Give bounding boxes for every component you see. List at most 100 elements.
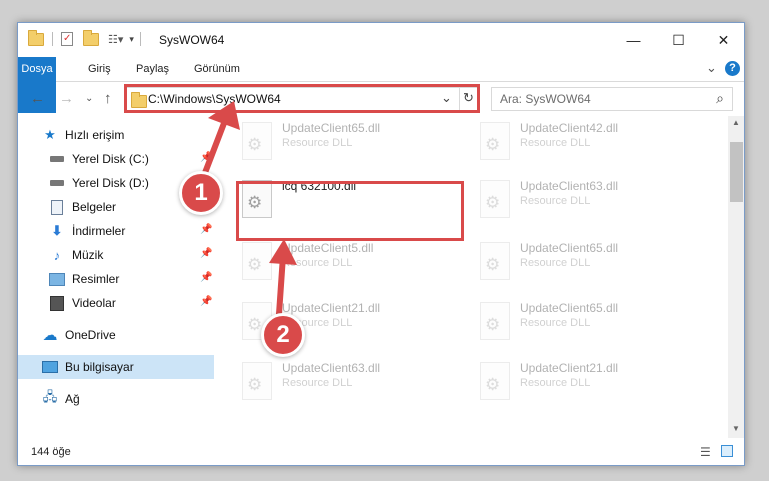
network-icon: 🖧 <box>42 389 58 404</box>
video-icon <box>49 295 65 311</box>
sidebar-item-onedrive[interactable]: ☁ OneDrive <box>42 323 116 347</box>
sidebar-item-documents[interactable]: Belgeler <box>49 195 116 219</box>
file-tile[interactable]: UpdateClient63.dll Resource DLL <box>472 174 702 230</box>
back-button[interactable]: ← <box>30 90 45 107</box>
sidebar-item-label: Bu bilgisayar <box>65 360 134 374</box>
file-tile[interactable]: UpdateClient5.dll Resource DLL <box>234 236 464 292</box>
dll-file-icon <box>480 180 510 218</box>
file-tile[interactable]: UpdateClient65.dll Resource DLL <box>234 116 464 172</box>
scroll-down-icon[interactable]: ▼ <box>732 424 740 433</box>
details-view-icon[interactable]: ☰ <box>700 445 711 459</box>
toolbar-separator <box>139 32 141 46</box>
sidebar-item-label: Belgeler <box>72 200 117 214</box>
search-icon[interactable]: ⌕ <box>716 90 724 107</box>
sidebar-item-label: Videolar <box>72 296 116 310</box>
help-icon[interactable]: ? <box>725 61 740 76</box>
scroll-up-icon[interactable]: ▲ <box>732 118 740 127</box>
file-description: Resource DLL <box>520 195 591 207</box>
pin-icon[interactable]: 📌 <box>200 272 212 283</box>
file-name: UpdateClient65.dll <box>520 241 619 255</box>
pin-icon[interactable]: 📌 <box>200 248 212 259</box>
sidebar-item-label: Hızlı erişim <box>65 128 125 142</box>
sidebar-item-label: Resimler <box>72 272 120 286</box>
file-tile[interactable]: UpdateClient65.dll Resource DLL <box>472 296 702 352</box>
step-1-badge: 1 <box>179 171 223 215</box>
sidebar-item-quick-access[interactable]: ★ Hızlı erişim <box>42 123 124 147</box>
cloud-icon: ☁ <box>42 327 58 344</box>
download-icon: ⬇ <box>51 223 63 238</box>
sidebar-item-music[interactable]: ♪ Müzik <box>49 243 104 267</box>
file-name: UpdateClient65.dll <box>282 121 381 135</box>
dll-file-icon <box>480 242 510 280</box>
star-icon: ★ <box>44 127 56 142</box>
new-folder-icon[interactable] <box>83 29 99 46</box>
folder-icon <box>28 29 44 46</box>
file-highlight <box>236 181 464 241</box>
file-name: UpdateClient42.dll <box>520 121 619 135</box>
file-tile[interactable]: UpdateClient42.dll Resource DLL <box>472 116 702 172</box>
sidebar-item-label: Yerel Disk (D:) <box>72 176 149 190</box>
dll-file-icon <box>242 362 272 400</box>
quick-access-toolbar: ✓ ☷▾ ▾ <box>28 29 141 46</box>
search-input[interactable]: Ara: SysWOW64 <box>500 92 591 106</box>
sidebar-item-label: Yerel Disk (C:) <box>72 152 149 166</box>
dll-file-icon <box>480 362 510 400</box>
file-description: Resource DLL <box>282 377 353 389</box>
file-name: UpdateClient5.dll <box>282 241 374 255</box>
file-description: Resource DLL <box>282 257 353 269</box>
file-tile[interactable]: UpdateClient65.dll Resource DLL <box>472 236 702 292</box>
vertical-scrollbar[interactable]: ▲ ▼ <box>728 116 744 438</box>
dll-file-icon <box>480 122 510 160</box>
scrollbar-thumb[interactable] <box>730 142 743 202</box>
sidebar-item-local-disk-c[interactable]: Yerel Disk (C:) <box>49 147 149 171</box>
close-button[interactable]: ✕ <box>701 23 744 57</box>
navigation-pane: ★ Hızlı erişim Yerel Disk (C:) 📌 Yerel Di… <box>18 116 214 438</box>
window-title: SysWOW64 <box>159 33 225 47</box>
file-name: UpdateClient65.dll <box>520 301 619 315</box>
properties-icon[interactable]: ✓ <box>61 32 73 46</box>
sidebar-item-network[interactable]: 🖧 Ağ <box>42 387 80 411</box>
pictures-icon <box>49 271 65 287</box>
computer-icon <box>42 359 58 375</box>
sidebar-item-label: İndirmeler <box>72 224 126 238</box>
sidebar-item-label: OneDrive <box>65 328 116 342</box>
ribbon: Dosya Giriş Paylaş Görünüm ⌄ ? <box>18 57 744 113</box>
sidebar-item-label: Ağ <box>65 392 80 406</box>
sidebar-item-videos[interactable]: Videolar <box>49 291 116 315</box>
file-list: UpdateClient65.dll Resource DLL UpdateCl… <box>214 116 728 438</box>
customize-toolbar-icon[interactable]: ▾ <box>129 34 134 45</box>
maximize-button[interactable]: ☐ <box>656 23 701 57</box>
view-icon[interactable]: ☷▾ <box>108 33 123 46</box>
dll-file-icon <box>242 242 272 280</box>
tab-share[interactable]: Paylaş <box>128 57 177 81</box>
forward-button[interactable]: → <box>59 90 74 107</box>
search-box[interactable]: Ara: SysWOW64 ⌕ <box>491 87 733 111</box>
file-name: UpdateClient63.dll <box>520 179 619 193</box>
recent-locations-button[interactable]: ⌄ <box>85 93 93 104</box>
file-description: Resource DLL <box>520 377 591 389</box>
file-tile[interactable]: UpdateClient21.dll Resource DLL <box>472 356 702 412</box>
file-name: UpdateClient21.dll <box>520 361 619 375</box>
sidebar-item-downloads[interactable]: ⬇ İndirmeler <box>49 219 126 243</box>
up-button[interactable]: ↑ <box>104 90 112 107</box>
tiles-view-icon[interactable] <box>721 445 733 457</box>
sidebar-item-pictures[interactable]: Resimler <box>49 267 119 291</box>
address-bar-highlight <box>124 84 480 113</box>
ribbon-expand-icon[interactable]: ⌄ <box>706 60 717 76</box>
sidebar-item-label: Müzik <box>72 248 104 262</box>
toolbar-separator <box>52 32 53 46</box>
sidebar-item-this-pc[interactable]: Bu bilgisayar <box>42 355 134 379</box>
file-name: UpdateClient63.dll <box>282 361 381 375</box>
minimize-button[interactable]: — <box>611 23 656 57</box>
item-count: 144 öğe <box>31 446 71 458</box>
pin-icon[interactable]: 📌 <box>200 152 212 163</box>
tab-home[interactable]: Giriş <box>80 57 119 81</box>
drive-icon <box>49 151 65 167</box>
status-bar: 144 öğe ☰ <box>18 438 744 465</box>
tab-view[interactable]: Görünüm <box>186 57 248 81</box>
pin-icon[interactable]: 📌 <box>200 224 212 235</box>
file-tile[interactable]: UpdateClient63.dll Resource DLL <box>234 356 464 412</box>
pin-icon[interactable]: 📌 <box>200 296 212 307</box>
file-description: Resource DLL <box>520 257 591 269</box>
sidebar-item-local-disk-d[interactable]: Yerel Disk (D:) <box>49 171 149 195</box>
